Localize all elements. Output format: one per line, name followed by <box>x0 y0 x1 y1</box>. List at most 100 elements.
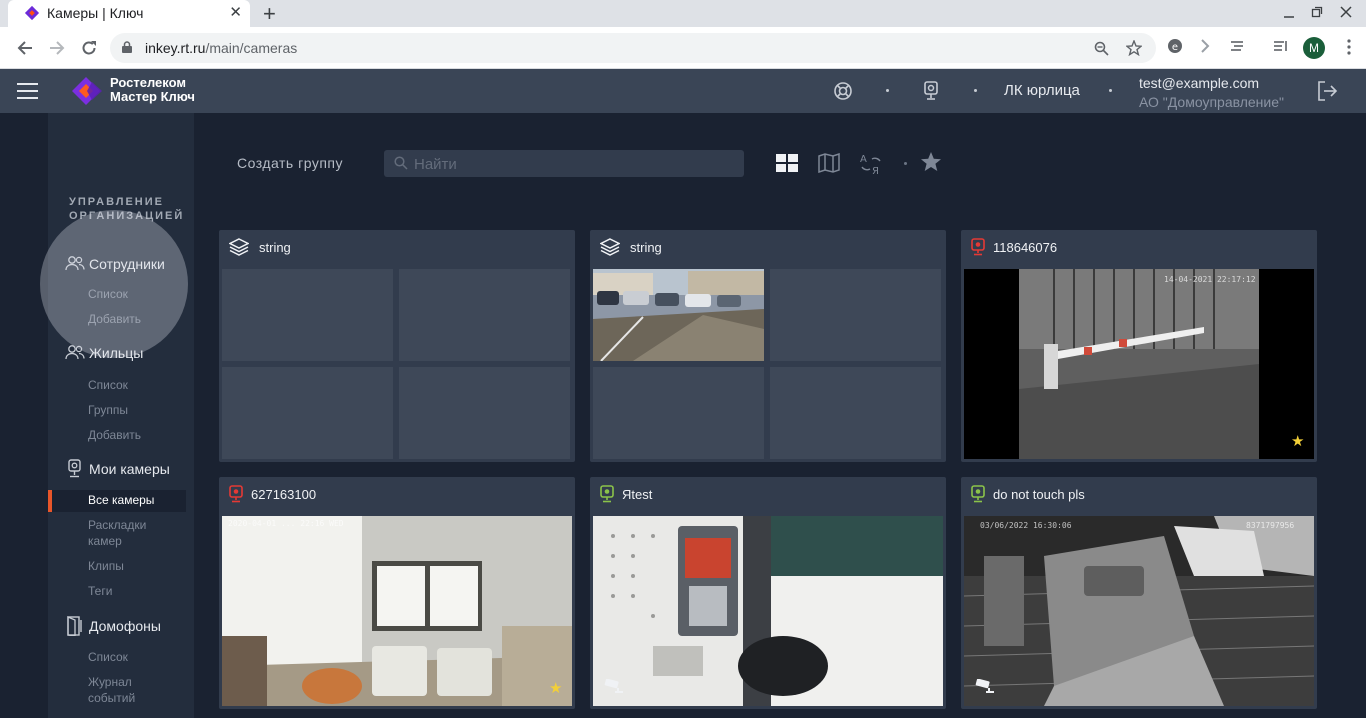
search-box[interactable] <box>384 150 744 177</box>
toolbar-separator <box>904 162 907 165</box>
org-switcher[interactable]: ЛК юрлица <box>1004 82 1080 99</box>
camera-preview[interactable] <box>593 516 943 706</box>
intercom-panel-snapshot <box>593 516 943 706</box>
camera-preview[interactable]: 03/06/2022 16:30:06 8371797956 <box>964 516 1314 706</box>
card-title: do not touch pls <box>993 487 1085 502</box>
sidebar-residents-list[interactable]: Список <box>88 377 128 393</box>
forward-arrow-icon[interactable] <box>48 39 66 57</box>
card-title: string <box>259 240 291 255</box>
browser-menu-icon[interactable] <box>1347 39 1351 55</box>
sidebar-residents-add[interactable]: Добавить <box>88 427 141 443</box>
support-icon[interactable] <box>833 81 853 101</box>
url-text: inkey.rt.ru/main/cameras <box>145 40 298 56</box>
card-title: Яtest <box>622 487 653 502</box>
sidebar-edge <box>194 113 201 718</box>
camera-online-icon <box>971 485 985 503</box>
office-room-snapshot <box>222 516 572 706</box>
back-arrow-icon[interactable] <box>16 39 34 57</box>
favorite-star-icon[interactable]: ★ <box>549 679 562 697</box>
click-ripple <box>40 210 188 358</box>
extension-e-icon[interactable]: e <box>1167 38 1183 54</box>
sidebar-intercoms-journal[interactable]: Журнал событий <box>88 674 135 706</box>
search-input[interactable] <box>414 154 734 174</box>
camera-card[interactable]: 627163100 2020-04-01 ... 22:16 WED ★ <box>219 477 575 709</box>
map-view-icon[interactable] <box>818 153 840 173</box>
camera-preview[interactable]: 14-04-2021 22:17:12 <box>964 269 1314 459</box>
app-header: Ростелеком Мастер Ключ ЛК юрлица test@ex… <box>0 69 1366 113</box>
intercom-door-icon <box>67 616 82 636</box>
camera-online-icon <box>600 485 614 503</box>
tab-title: Камеры | Ключ <box>47 5 144 21</box>
logout-icon[interactable] <box>1316 80 1338 102</box>
new-tab-button[interactable]: + <box>263 1 276 27</box>
main-content: Создать группу AЯ string string <box>201 113 1366 718</box>
svg-text:Я: Я <box>872 166 879 175</box>
grid-view-icon[interactable] <box>776 153 798 173</box>
camera-icon[interactable] <box>923 81 939 101</box>
sidebar: УПРАВЛЕНИЕ ОРГАНИЗАЦИЕЙ Сотрудники Списо… <box>40 113 194 718</box>
camera-offline-icon <box>229 485 243 503</box>
camera-card[interactable]: Яtest <box>590 477 946 709</box>
group-preview-grid <box>593 269 943 460</box>
reading-list-icon[interactable] <box>1273 38 1289 54</box>
bookmark-star-icon[interactable] <box>1126 40 1142 56</box>
card-title: 627163100 <box>251 487 317 502</box>
layers-icon <box>600 238 620 256</box>
user-org[interactable]: АО "Домоуправление" <box>1139 94 1284 110</box>
camera-card[interactable]: 118646076 14-04-2021 22:17:12 ★ <box>961 230 1317 462</box>
camera-icon <box>68 459 81 478</box>
favorites-star-icon[interactable] <box>920 151 942 173</box>
barrier-gate-snapshot <box>964 269 1314 459</box>
group-card[interactable]: string <box>590 230 946 462</box>
rostelecom-favicon-icon <box>24 5 40 21</box>
header-separator <box>974 89 977 92</box>
video-timestamp: 14-04-2021 22:17:12 <box>1164 275 1256 284</box>
extension-list-icon[interactable] <box>1229 38 1245 54</box>
camera-preview[interactable]: 2020-04-01 ... 22:16 WED <box>222 516 572 706</box>
ptz-camera-icon <box>975 679 994 693</box>
restore-icon[interactable] <box>1311 6 1323 18</box>
browser-tabbar: Камеры | Ключ ✕ + <box>0 0 1366 27</box>
group-card[interactable]: string <box>219 230 575 462</box>
sidebar-intercoms-list[interactable]: Список <box>88 649 128 665</box>
user-email[interactable]: test@example.com <box>1139 75 1259 91</box>
sidebar-cameras-clips[interactable]: Клипы <box>88 558 124 574</box>
window-close-icon[interactable] <box>1340 6 1352 18</box>
video-timestamp: 03/06/2022 16:30:06 <box>980 521 1072 530</box>
menu-icon[interactable] <box>17 83 38 99</box>
sidebar-residents-groups[interactable]: Группы <box>88 402 128 418</box>
sidebar-cameras-layouts[interactable]: Раскладки камер <box>88 517 146 549</box>
video-device-id: 8371797956 <box>1246 521 1295 530</box>
rostelecom-logo-icon[interactable] <box>72 77 104 105</box>
active-indicator <box>48 490 52 512</box>
search-icon <box>394 156 408 170</box>
left-strip <box>0 113 48 718</box>
create-group-button[interactable]: Создать группу <box>237 155 343 171</box>
sidebar-cameras-all[interactable]: Все камеры <box>48 490 186 512</box>
tab-close-icon[interactable]: ✕ <box>229 3 242 21</box>
favorite-star-icon[interactable]: ★ <box>1291 432 1304 450</box>
browser-tab[interactable]: Камеры | Ключ ✕ <box>8 0 250 27</box>
extension-arrow-icon[interactable] <box>1199 38 1211 54</box>
header-separator <box>1109 89 1112 92</box>
sort-alphabet-icon[interactable]: AЯ <box>859 153 883 175</box>
group-preview-grid <box>222 269 572 460</box>
svg-text:A: A <box>860 154 867 165</box>
zoom-out-icon[interactable] <box>1094 41 1109 56</box>
camera-card[interactable]: do not touch pls 03/06/2022 16:30:06 837… <box>961 477 1317 709</box>
svg-text:e: e <box>1172 42 1178 53</box>
minimize-icon[interactable] <box>1283 9 1295 19</box>
reload-icon[interactable] <box>80 39 98 57</box>
profile-avatar[interactable]: M <box>1303 37 1325 59</box>
sidebar-cameras-tags[interactable]: Теги <box>88 583 112 599</box>
camera-offline-icon <box>971 238 985 256</box>
card-title: 118646076 <box>993 240 1058 255</box>
browser-toolbar: inkey.rt.ru/main/cameras e M <box>0 27 1366 69</box>
address-bar[interactable]: inkey.rt.ru/main/cameras <box>110 33 1156 63</box>
layers-icon <box>229 238 249 256</box>
video-timestamp: 2020-04-01 ... 22:16 WED <box>228 519 344 528</box>
ptz-camera-icon <box>604 679 623 693</box>
logo-text[interactable]: Ростелеком Мастер Ключ <box>110 76 195 104</box>
parking-lot-snapshot <box>593 269 764 361</box>
header-separator <box>886 89 889 92</box>
